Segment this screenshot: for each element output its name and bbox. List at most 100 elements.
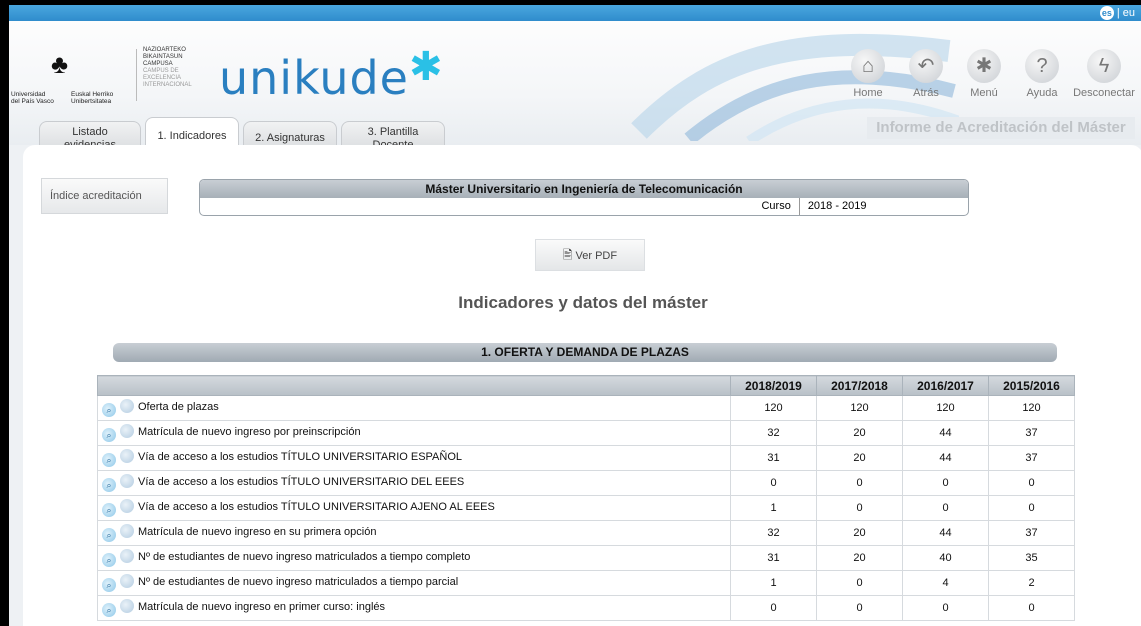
magnifier-icon[interactable]: ⌕: [102, 553, 116, 567]
lang-es[interactable]: es: [1099, 6, 1114, 20]
ver-pdf-label: Ver PDF: [575, 250, 618, 262]
bar-chart-icon[interactable]: [120, 424, 134, 438]
value-cell: 35: [988, 545, 1075, 571]
magnifier-icon[interactable]: ⌕: [102, 578, 116, 592]
logo-divider: [136, 49, 137, 101]
report-title: Informe de Acreditación del Máster: [867, 117, 1135, 139]
language-switch[interactable]: es | eu: [1099, 6, 1135, 20]
value-cell: 20: [816, 420, 903, 446]
magnifier-icon[interactable]: ⌕: [102, 528, 116, 542]
value-cell: 20: [816, 545, 903, 571]
curso-value: 2018 - 2019: [807, 200, 867, 212]
menu-icon: ✱: [967, 49, 1001, 83]
value-cell: 32: [730, 520, 817, 546]
row-label-cell: ⌕ Vía de acceso a los estudios TÍTULO UNI…: [97, 445, 731, 471]
home-icon: ⌂: [851, 49, 885, 83]
logout-button[interactable]: ϟ Desconectar: [1071, 49, 1137, 99]
row-label-cell: ⌕ Nº de estudiantes de nuevo ingreso matr…: [97, 570, 731, 596]
value-cell: 0: [816, 470, 903, 496]
lightning-icon: ϟ: [1087, 49, 1121, 83]
bar-chart-icon[interactable]: [120, 524, 134, 538]
column-header: 2015/2016: [988, 375, 1075, 396]
row-label: Matrícula de nuevo ingreso en su primera…: [138, 526, 377, 538]
ehu-tree-icon: ♣: [51, 49, 69, 79]
table-row: ⌕ Vía de acceso a los estudios TÍTULO UNI…: [97, 445, 1075, 471]
bar-chart-icon[interactable]: [120, 449, 134, 463]
value-cell: 0: [988, 495, 1075, 521]
section-title: 1. OFERTA Y DEMANDA DE PLAZAS: [113, 343, 1057, 362]
magnifier-icon[interactable]: ⌕: [102, 478, 116, 492]
campus-line: BIKAINTASUN: [143, 54, 183, 60]
ver-pdf-button[interactable]: 🖹 Ver PDF: [535, 239, 645, 271]
value-cell: 0: [730, 470, 817, 496]
home-label: Home: [853, 87, 883, 99]
master-info-box: Máster Universitario en Ingeniería de Te…: [199, 179, 969, 216]
row-label: Nº de estudiantes de nuevo ingreso matri…: [138, 576, 459, 588]
home-button[interactable]: ⌂ Home: [839, 49, 897, 99]
value-cell: 0: [988, 470, 1075, 496]
lang-eu[interactable]: eu: [1123, 7, 1135, 19]
bar-chart-icon[interactable]: [120, 474, 134, 488]
table-row: ⌕ Matrícula de nuevo ingreso en su primer…: [97, 520, 1075, 546]
campus-line: CAMPUS DE: [143, 68, 179, 74]
menu-label: Menú: [970, 87, 998, 99]
row-label-cell: ⌕ Matrícula de nuevo ingreso en su primer…: [97, 520, 731, 546]
asterisk-icon: ✱: [408, 44, 444, 90]
campus-line: NAZIOARTEKO: [143, 47, 186, 53]
value-cell: 0: [816, 595, 903, 621]
university-name-eu-2: Unibertsitatea: [71, 98, 112, 105]
value-cell: 0: [902, 595, 989, 621]
row-label-cell: ⌕ Vía de acceso a los estudios TÍTULO UNI…: [97, 495, 731, 521]
value-cell: 0: [902, 470, 989, 496]
bar-chart-icon[interactable]: [120, 499, 134, 513]
table-row: ⌕ Matrícula de nuevo ingreso por preinscr…: [97, 420, 1075, 446]
back-button[interactable]: ↶ Atrás: [897, 49, 955, 99]
campus-logo: NAZIOARTEKO BIKAINTASUN CAMPUSA CAMPUS D…: [143, 47, 223, 89]
magnifier-icon[interactable]: ⌕: [102, 453, 116, 467]
row-label-cell: ⌕ Vía de acceso a los estudios TÍTULO UNI…: [97, 470, 731, 496]
magnifier-icon[interactable]: ⌕: [102, 503, 116, 517]
column-header: 2016/2017: [902, 375, 989, 396]
magnifier-icon[interactable]: ⌕: [102, 603, 116, 617]
bar-chart-icon[interactable]: [120, 549, 134, 563]
menu-button[interactable]: ✱ Menú: [955, 49, 1013, 99]
indice-acreditacion-button[interactable]: Índice acreditación: [41, 178, 168, 214]
header: ♣ Universidad del País Vasco Euskal Herr…: [9, 21, 1141, 155]
top-bar: es | eu: [9, 5, 1141, 21]
magnifier-icon[interactable]: ⌕: [102, 428, 116, 442]
page-heading: Indicadores y datos del máster: [458, 293, 708, 312]
bar-chart-icon[interactable]: [120, 599, 134, 613]
value-cell: 120: [730, 395, 817, 421]
row-label-cell: ⌕ Matrícula de nuevo ingreso en primer cu…: [97, 595, 731, 621]
value-cell: 44: [902, 445, 989, 471]
value-cell: 44: [902, 420, 989, 446]
campus-line: CAMPUSA: [143, 61, 173, 67]
bar-chart-icon[interactable]: [120, 399, 134, 413]
main-content: Índice acreditación Máster Universitario…: [23, 145, 1141, 626]
row-label: Matrícula de nuevo ingreso por preinscri…: [138, 426, 361, 438]
value-cell: 37: [988, 520, 1075, 546]
university-name-eu-1: Euskal Herriko: [71, 91, 114, 98]
table-row: ⌕ Nº de estudiantes de nuevo ingreso matr…: [97, 545, 1075, 571]
bar-chart-icon[interactable]: [120, 574, 134, 588]
help-icon: ?: [1025, 49, 1059, 83]
row-label-cell: ⌕ Matrícula de nuevo ingreso por preinscr…: [97, 420, 731, 446]
table-row: ⌕ Matrícula de nuevo ingreso en primer cu…: [97, 595, 1075, 621]
pdf-icon: 🖹: [562, 248, 573, 262]
unikude-logo: unikude✱: [219, 44, 443, 105]
value-cell: 120: [816, 395, 903, 421]
value-cell: 44: [902, 520, 989, 546]
column-header: 2018/2019: [730, 375, 817, 396]
row-label-cell: ⌕ Oferta de plazas: [97, 395, 731, 421]
indicators-table: 2018/2019 2017/2018 2016/2017 2015/2016 …: [97, 375, 1075, 621]
value-cell: 1: [730, 570, 817, 596]
back-label: Atrás: [913, 87, 939, 99]
column-header: 2017/2018: [816, 375, 903, 396]
row-label: Vía de acceso a los estudios TÍTULO UNIV…: [138, 501, 495, 513]
magnifier-icon[interactable]: ⌕: [102, 403, 116, 417]
university-name-es-2: del País Vasco: [11, 98, 54, 105]
value-cell: 2: [988, 570, 1075, 596]
help-button[interactable]: ? Ayuda: [1013, 49, 1071, 99]
value-cell: 32: [730, 420, 817, 446]
curso-row: Curso 2018 - 2019: [200, 198, 968, 215]
